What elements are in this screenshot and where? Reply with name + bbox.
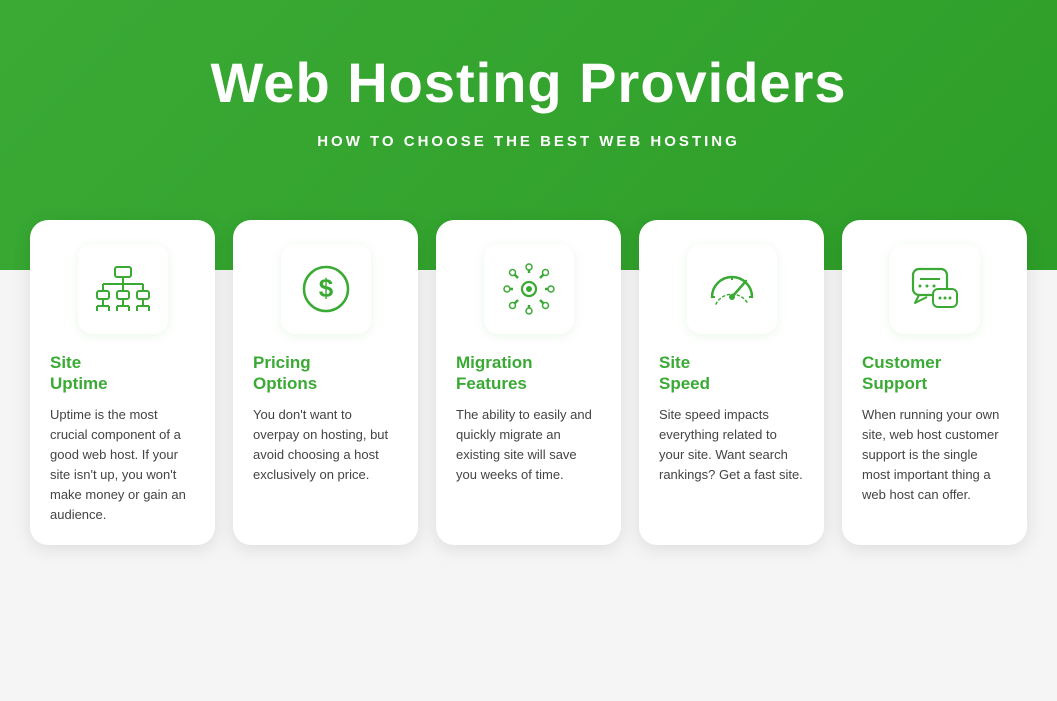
migration-icon [499,259,559,319]
card-speed-desc: Site speed impacts everything related to… [659,405,804,486]
speed-icon [702,259,762,319]
cards-section: SiteUptime Uptime is the most crucial co… [40,220,1017,545]
card-pricing: $ PricingOptions You don't want to overp… [233,220,418,545]
card-speed: SiteSpeed Site speed impacts everything … [639,220,824,545]
card-uptime-title: SiteUptime [50,352,108,395]
pricing-icon-wrap: $ [281,244,371,334]
uptime-icon [93,259,153,319]
speed-icon-wrap [687,244,777,334]
main-title: Web Hosting Providers [20,50,1037,115]
card-migration-title: MigrationFeatures [456,352,533,395]
uptime-icon-wrap [78,244,168,334]
card-pricing-desc: You don't want to overpay on hosting, bu… [253,405,398,486]
card-pricing-title: PricingOptions [253,352,317,395]
card-uptime-desc: Uptime is the most crucial component of … [50,405,195,526]
card-support-title: CustomerSupport [862,352,941,395]
card-migration: MigrationFeatures The ability to easily … [436,220,621,545]
content-section: SiteUptime Uptime is the most crucial co… [0,270,1057,585]
pricing-icon: $ [296,259,356,319]
card-support-desc: When running your own site, web host cus… [862,405,1007,506]
card-migration-desc: The ability to easily and quickly migrat… [456,405,601,486]
card-uptime: SiteUptime Uptime is the most crucial co… [30,220,215,545]
card-support: CustomerSupport When running your own si… [842,220,1027,545]
subtitle: HOW TO CHOOSE THE BEST WEB HOSTING [20,133,1037,150]
support-icon [905,259,965,319]
migration-icon-wrap [484,244,574,334]
card-speed-title: SiteSpeed [659,352,710,395]
svg-text:$: $ [318,273,333,303]
support-icon-wrap [890,244,980,334]
page-wrapper: Web Hosting Providers HOW TO CHOOSE THE … [0,0,1057,701]
